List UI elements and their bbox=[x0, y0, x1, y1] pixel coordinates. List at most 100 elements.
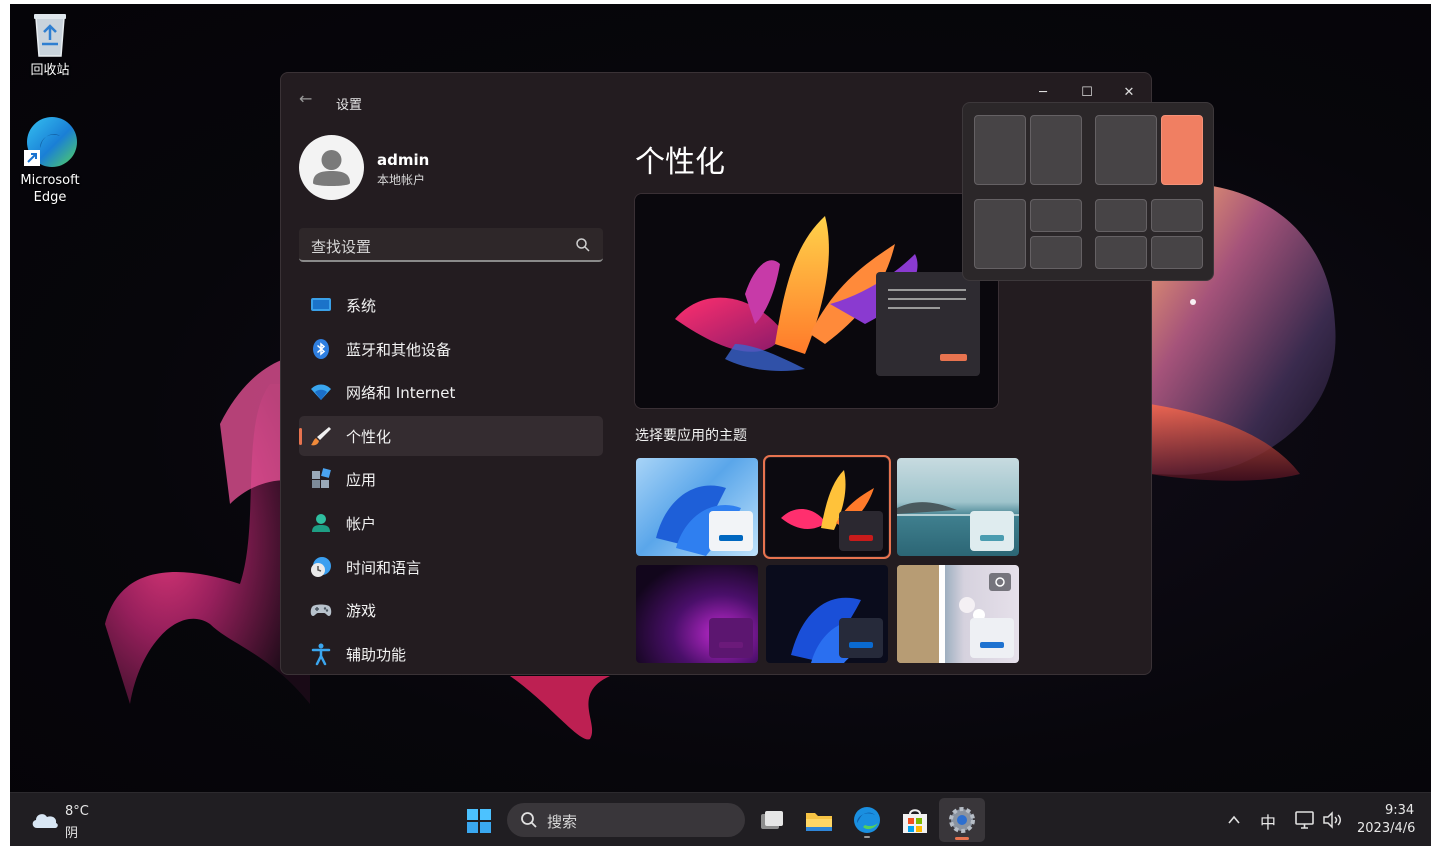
sidebar-item-system[interactable]: 系统 bbox=[299, 285, 603, 325]
weather-condition[interactable]: 阴 bbox=[65, 822, 78, 841]
sidebar-item-label: 游戏 bbox=[346, 602, 377, 621]
edge-taskbar-icon[interactable] bbox=[849, 803, 885, 839]
apps-icon bbox=[312, 468, 331, 489]
clock-time[interactable]: 9:34 bbox=[1385, 803, 1414, 818]
theme-mini-window bbox=[970, 511, 1014, 551]
theme-accent-bar bbox=[719, 642, 743, 648]
page-title: 个性化 bbox=[635, 145, 725, 180]
theme-tile-spotlight[interactable] bbox=[897, 565, 1019, 663]
cloud-icon[interactable] bbox=[30, 808, 60, 832]
sidebar-item-gaming[interactable]: 游戏 bbox=[299, 590, 603, 630]
file-explorer-icon[interactable] bbox=[801, 803, 837, 839]
profile-account-type: 本地帐户 bbox=[377, 173, 426, 187]
wifi-icon bbox=[311, 384, 331, 401]
taskbar-search-label: 搜索 bbox=[547, 813, 578, 831]
sidebar-item-label: 蓝牙和其他设备 bbox=[346, 340, 452, 359]
gear-icon bbox=[949, 807, 975, 833]
sidebar-item-label: 帐户 bbox=[346, 514, 377, 533]
snap-zone-highlighted[interactable] bbox=[1161, 115, 1203, 185]
sidebar-nav: 系统 蓝牙和其他设备 网络和 Internet 个性化 应用 帐户 时间和语言 … bbox=[299, 285, 603, 674]
snap-zone[interactable] bbox=[974, 199, 1026, 269]
theme-tile-windows-dark[interactable] bbox=[766, 565, 888, 663]
profile-name: admin bbox=[377, 151, 430, 169]
search-icon[interactable] bbox=[575, 237, 591, 253]
edge-icon bbox=[24, 117, 77, 167]
gamepad-icon bbox=[310, 604, 332, 617]
search-icon bbox=[521, 812, 537, 828]
person-silhouette-icon bbox=[313, 150, 350, 186]
app-title: 设置 bbox=[336, 98, 363, 113]
snap-zone[interactable] bbox=[1095, 115, 1157, 185]
sidebar-item-label: 辅助功能 bbox=[346, 645, 407, 664]
taskbar-search[interactable]: 搜索 bbox=[507, 803, 745, 837]
snap-zone[interactable] bbox=[1151, 199, 1203, 232]
themes-section-label: 选择要应用的主题 bbox=[635, 428, 747, 444]
monitor-icon bbox=[311, 298, 331, 311]
sidebar-item-label: 网络和 Internet bbox=[346, 384, 456, 403]
search-input[interactable]: 查找设置 bbox=[299, 228, 603, 262]
network-icon[interactable] bbox=[1294, 810, 1316, 830]
clock-date[interactable]: 2023/4/6 bbox=[1357, 821, 1415, 836]
volume-icon[interactable] bbox=[1321, 810, 1343, 830]
theme-preview-image bbox=[635, 194, 998, 408]
theme-mini-window bbox=[839, 511, 883, 551]
bluetooth-icon bbox=[313, 338, 329, 359]
theme-tile-glow-dark[interactable] bbox=[763, 455, 891, 559]
sidebar-item-accounts[interactable]: 帐户 bbox=[299, 503, 603, 543]
snap-layouts-flyout bbox=[962, 102, 1214, 281]
theme-preview bbox=[634, 193, 999, 409]
desktop-icon-edge[interactable]: Microsoft Edge bbox=[10, 114, 90, 206]
theme-accent-bar bbox=[719, 535, 743, 541]
ime-indicator[interactable]: 中 bbox=[1260, 809, 1276, 833]
windows-start-icon[interactable] bbox=[461, 803, 497, 839]
sidebar-item-apps[interactable]: 应用 bbox=[299, 459, 603, 499]
desktop-icon-recycle-bin[interactable]: 回收站 bbox=[10, 10, 90, 79]
task-view-icon[interactable] bbox=[754, 803, 790, 839]
back-arrow-icon[interactable]: ← bbox=[299, 91, 317, 109]
snap-zone[interactable] bbox=[1030, 115, 1082, 185]
sidebar-item-label: 应用 bbox=[346, 471, 377, 490]
sidebar-item-bluetooth[interactable]: 蓝牙和其他设备 bbox=[299, 329, 603, 369]
theme-tile-purple-glow[interactable] bbox=[636, 565, 758, 663]
snap-zone[interactable] bbox=[1030, 199, 1082, 232]
sidebar-item-label: 个性化 bbox=[346, 427, 392, 446]
sidebar-item-label: 时间和语言 bbox=[346, 558, 422, 577]
sidebar-item-time-language[interactable]: 时间和语言 bbox=[299, 547, 603, 587]
microsoft-store-icon[interactable] bbox=[897, 803, 933, 839]
sidebar-item-personalization[interactable]: 个性化 bbox=[299, 415, 603, 456]
weather-temp[interactable]: 8°C bbox=[65, 804, 89, 819]
theme-tile-lake[interactable] bbox=[897, 458, 1019, 556]
theme-mini-window bbox=[970, 618, 1014, 658]
clock-globe-icon bbox=[311, 556, 331, 577]
chevron-up-icon[interactable] bbox=[1226, 812, 1242, 828]
theme-accent-bar bbox=[849, 535, 873, 541]
snap-zone[interactable] bbox=[1151, 236, 1203, 269]
accessibility-icon bbox=[311, 643, 331, 665]
avatar[interactable] bbox=[299, 135, 364, 200]
desktop: 回收站 Microsoft Edge ← 设置 ─ ☐ ✕ admin 本地帐户… bbox=[10, 4, 1431, 846]
theme-accent-bar bbox=[980, 535, 1004, 541]
person-icon bbox=[312, 513, 330, 532]
sidebar-item-accessibility[interactable]: 辅助功能 bbox=[299, 634, 603, 674]
running-indicator bbox=[955, 837, 969, 840]
theme-mini-window bbox=[839, 618, 883, 658]
snap-zone[interactable] bbox=[1095, 199, 1147, 232]
desktop-icon-label: 回收站 bbox=[30, 63, 70, 78]
snap-zone[interactable] bbox=[1095, 236, 1147, 269]
theme-accent-bar bbox=[849, 642, 873, 648]
theme-mini-window bbox=[709, 511, 753, 551]
theme-mini-window bbox=[709, 618, 753, 658]
snap-zone[interactable] bbox=[974, 115, 1026, 185]
theme-accent-bar bbox=[980, 642, 1004, 648]
taskbar: 8°C 阴 搜索 中 9:34 2023/4/6 bbox=[10, 792, 1431, 846]
search-placeholder: 查找设置 bbox=[311, 238, 372, 256]
desktop-icon-label: Microsoft bbox=[20, 173, 80, 188]
snap-zone[interactable] bbox=[1030, 236, 1082, 269]
desktop-icon-label: Edge bbox=[33, 190, 67, 205]
recycle-bin-icon bbox=[34, 14, 66, 57]
brush-icon bbox=[311, 426, 331, 446]
sidebar-item-network[interactable]: 网络和 Internet bbox=[299, 372, 603, 412]
active-indicator bbox=[299, 427, 302, 445]
settings-taskbar-button[interactable] bbox=[939, 798, 985, 842]
theme-tile-windows-light[interactable] bbox=[636, 458, 758, 556]
